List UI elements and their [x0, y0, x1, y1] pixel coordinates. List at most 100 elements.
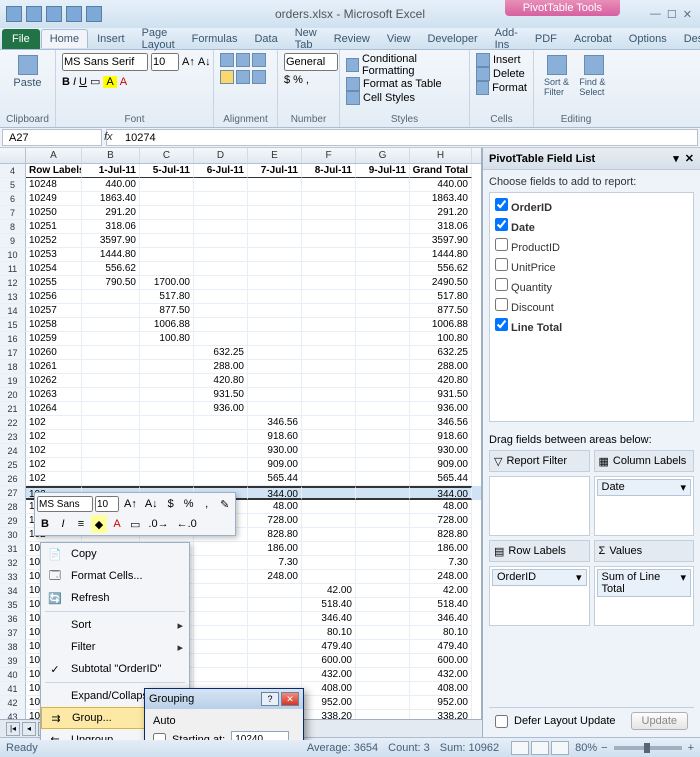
- delete-cells-button[interactable]: Delete: [476, 67, 527, 81]
- maximize-icon[interactable]: ☐: [667, 8, 677, 21]
- align-bottom-icon[interactable]: [252, 53, 266, 67]
- align-center-icon[interactable]: [236, 70, 250, 84]
- ctx-subtotal[interactable]: ✓Subtotal "OrderID": [41, 658, 189, 680]
- insert-cells-button[interactable]: Insert: [476, 53, 527, 67]
- underline-button[interactable]: U: [79, 76, 87, 88]
- zoom-in-icon[interactable]: +: [688, 742, 694, 754]
- mini-grow-icon[interactable]: A↑: [121, 495, 140, 513]
- mini-border[interactable]: ▭: [127, 515, 143, 533]
- minimize-icon[interactable]: —: [650, 8, 661, 21]
- fx-icon[interactable]: fx: [104, 131, 113, 143]
- tab-developer[interactable]: Developer: [419, 30, 485, 48]
- worksheet-grid[interactable]: A B C D E F G H 4Row Labels1-Jul-115-Jul…: [0, 148, 482, 740]
- font-size-input[interactable]: [151, 53, 179, 71]
- report-filter-area[interactable]: [489, 476, 590, 536]
- update-button[interactable]: Update: [631, 712, 688, 730]
- name-box[interactable]: A27: [2, 129, 102, 146]
- zoom-level[interactable]: 80%: [575, 742, 597, 754]
- close-icon[interactable]: ✕: [683, 8, 692, 21]
- page-break-view-icon[interactable]: [551, 741, 569, 755]
- tab-insert[interactable]: Insert: [89, 30, 133, 48]
- font-name-input[interactable]: [62, 53, 148, 71]
- find-select-button[interactable]: Find & Select: [575, 53, 612, 99]
- area-item-date[interactable]: Date▾: [597, 479, 692, 496]
- tab-addins[interactable]: Add-Ins: [487, 24, 526, 54]
- field-date[interactable]: Date: [493, 216, 690, 236]
- tab-acrobat[interactable]: Acrobat: [566, 30, 620, 48]
- field-discount[interactable]: Discount: [493, 296, 690, 316]
- tab-formulas[interactable]: Formulas: [184, 30, 246, 48]
- font-color-icon[interactable]: A: [120, 76, 127, 88]
- zoom-out-icon[interactable]: −: [601, 742, 607, 754]
- mini-font-name[interactable]: [37, 496, 93, 512]
- col-header-c[interactable]: C: [140, 148, 194, 163]
- percent-icon[interactable]: %: [293, 74, 303, 86]
- increase-font-icon[interactable]: A↑: [182, 56, 195, 68]
- mini-dec-inc[interactable]: .0→: [145, 515, 171, 533]
- mini-bold[interactable]: B: [37, 515, 53, 533]
- tab-data[interactable]: Data: [246, 30, 285, 48]
- tab-new-tab[interactable]: New Tab: [287, 24, 325, 54]
- page-layout-view-icon[interactable]: [531, 741, 549, 755]
- cell-styles-button[interactable]: Cell Styles: [346, 91, 463, 105]
- field-line-total[interactable]: Line Total: [493, 316, 690, 336]
- field-list-dropdown-icon[interactable]: ▾: [673, 152, 679, 165]
- mini-align[interactable]: ≡: [73, 515, 89, 533]
- tab-design[interactable]: Design: [676, 30, 700, 48]
- align-left-icon[interactable]: [220, 70, 234, 84]
- new-icon[interactable]: [66, 6, 82, 22]
- dialog-close-icon[interactable]: ✕: [281, 692, 299, 706]
- format-as-table-button[interactable]: Format as Table: [346, 77, 463, 91]
- align-mid-icon[interactable]: [236, 53, 250, 67]
- bold-button[interactable]: B: [62, 76, 70, 88]
- sheet-nav-first[interactable]: |◂: [6, 722, 20, 736]
- mini-percent-icon[interactable]: %: [181, 495, 197, 513]
- ctx-refresh[interactable]: 🔄Refresh: [41, 587, 189, 609]
- save-icon[interactable]: [6, 6, 22, 22]
- tab-options[interactable]: Options: [621, 30, 675, 48]
- number-format-input[interactable]: [284, 53, 338, 71]
- col-header-b[interactable]: B: [82, 148, 140, 163]
- field-productid[interactable]: ProductID: [493, 236, 690, 256]
- undo-icon[interactable]: [26, 6, 42, 22]
- mini-shrink-icon[interactable]: A↓: [142, 495, 161, 513]
- mini-currency-icon[interactable]: $: [163, 495, 179, 513]
- tab-home[interactable]: Home: [41, 29, 88, 48]
- align-right-icon[interactable]: [252, 70, 266, 84]
- conditional-formatting-button[interactable]: Conditional Formatting: [346, 53, 463, 77]
- mini-dec-dec[interactable]: ←.0: [174, 515, 200, 533]
- field-orderid[interactable]: OrderID: [493, 196, 690, 216]
- mini-font-size[interactable]: [95, 496, 119, 512]
- row-labels-area[interactable]: OrderID▾: [489, 566, 590, 626]
- values-area[interactable]: Sum of Line Total▾: [594, 566, 695, 626]
- starting-at-checkbox[interactable]: [153, 733, 166, 740]
- formula-input[interactable]: 10274: [106, 129, 698, 146]
- mini-italic[interactable]: I: [55, 515, 71, 533]
- field-unitprice[interactable]: UnitPrice: [493, 256, 690, 276]
- ctx-copy[interactable]: 📄Copy: [41, 543, 189, 565]
- tab-file[interactable]: File: [2, 29, 40, 49]
- mini-painter-icon[interactable]: ✎: [217, 495, 233, 513]
- ctx-filter[interactable]: Filter▸: [41, 636, 189, 658]
- dialog-help-icon[interactable]: ?: [261, 692, 279, 706]
- col-header-a[interactable]: A: [26, 148, 82, 163]
- tab-review[interactable]: Review: [326, 30, 378, 48]
- col-header-f[interactable]: F: [302, 148, 356, 163]
- tab-page-layout[interactable]: Page Layout: [134, 24, 183, 54]
- border-icon[interactable]: ▭: [90, 75, 100, 88]
- tab-view[interactable]: View: [379, 30, 419, 48]
- column-labels-area[interactable]: Date▾: [594, 476, 695, 536]
- tab-pdf[interactable]: PDF: [527, 30, 565, 48]
- comma-icon[interactable]: ,: [306, 74, 309, 86]
- fill-color-icon[interactable]: A: [103, 76, 116, 88]
- field-quantity[interactable]: Quantity: [493, 276, 690, 296]
- zoom-slider[interactable]: [614, 746, 682, 750]
- col-header-g[interactable]: G: [356, 148, 410, 163]
- field-list-close-icon[interactable]: ✕: [685, 152, 694, 165]
- decrease-font-icon[interactable]: A↓: [198, 56, 211, 68]
- ctx-sort[interactable]: Sort▸: [41, 614, 189, 636]
- area-item-orderid[interactable]: OrderID▾: [492, 569, 587, 586]
- col-header-d[interactable]: D: [194, 148, 248, 163]
- italic-button[interactable]: I: [73, 76, 76, 88]
- sheet-nav-prev[interactable]: ◂: [22, 722, 36, 736]
